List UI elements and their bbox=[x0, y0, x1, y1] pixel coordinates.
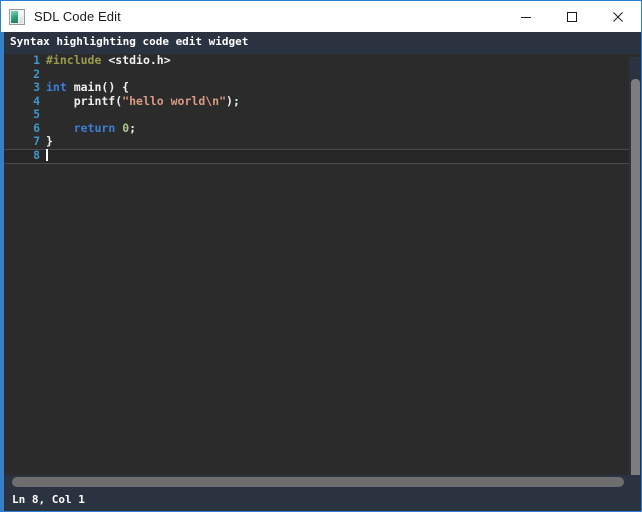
code-token: ; bbox=[129, 120, 137, 135]
status-bar: Ln 8, Col 1 bbox=[1, 489, 641, 511]
vertical-scrollbar-thumb[interactable] bbox=[631, 79, 640, 475]
code-line-text[interactable]: #include <stdio.h> bbox=[46, 54, 641, 68]
app-window-icon bbox=[9, 8, 25, 25]
code-line[interactable]: 7} bbox=[4, 134, 641, 149]
window-controls bbox=[503, 1, 641, 32]
code-line-text[interactable] bbox=[46, 149, 641, 163]
title-bar[interactable]: SDL Code Edit bbox=[1, 1, 641, 32]
line-number: 3 bbox=[33, 80, 40, 94]
maximize-button[interactable] bbox=[549, 1, 595, 32]
line-number: 4 bbox=[33, 93, 40, 108]
horizontal-scrollbar-thumb[interactable] bbox=[12, 477, 624, 487]
code-token: int bbox=[46, 80, 67, 94]
editor-container: 1 #include <stdio.h> 2 3 int main() {4 print… bbox=[1, 51, 641, 475]
app-icon-left-block bbox=[11, 10, 18, 23]
code-line[interactable]: 5 bbox=[4, 107, 641, 122]
maximize-icon bbox=[567, 11, 577, 22]
minimize-button[interactable] bbox=[503, 1, 549, 32]
code-lines[interactable]: 1 #include <stdio.h> 2 3 int main() {4 print… bbox=[4, 54, 641, 164]
code-line-text[interactable]: } bbox=[46, 134, 641, 149]
line-number: 7 bbox=[33, 134, 40, 148]
code-line[interactable]: 2 bbox=[4, 66, 641, 82]
code-token: } bbox=[46, 134, 53, 148]
widget-header-title: Syntax highlighting code edit widget bbox=[1, 32, 641, 51]
horizontal-scrollbar[interactable] bbox=[1, 475, 641, 489]
code-line[interactable]: 3 int main() { bbox=[4, 80, 641, 95]
line-number: 1 bbox=[33, 54, 40, 67]
code-token: "hello world\n" bbox=[122, 93, 227, 108]
code-line[interactable]: 1 #include <stdio.h> bbox=[4, 54, 641, 68]
line-number: 6 bbox=[33, 120, 40, 135]
code-token: #include bbox=[46, 54, 102, 67]
line-number: 8 bbox=[33, 148, 40, 163]
code-token: printf( bbox=[46, 93, 123, 108]
app-icon-right-block bbox=[19, 10, 23, 23]
code-token: main() { bbox=[66, 80, 130, 94]
app-window: SDL Code Edit Syntax highlighting code e bbox=[0, 0, 642, 512]
vertical-scrollbar[interactable] bbox=[629, 57, 641, 475]
line-number: 2 bbox=[33, 66, 40, 81]
code-line-text[interactable]: return 0; bbox=[46, 120, 641, 136]
close-icon bbox=[613, 11, 623, 22]
code-token: return bbox=[73, 120, 116, 135]
text-cursor bbox=[46, 149, 48, 162]
code-editor[interactable]: 1 #include <stdio.h> 2 3 int main() {4 print… bbox=[4, 54, 641, 475]
line-number: 5 bbox=[33, 107, 40, 121]
code-line[interactable]: 8 bbox=[4, 148, 641, 164]
code-line-text[interactable]: int main() { bbox=[46, 80, 641, 95]
code-line-text[interactable]: printf("hello world\n"); bbox=[46, 93, 641, 109]
code-token: ); bbox=[226, 93, 240, 108]
code-line[interactable]: 6 return 0; bbox=[4, 120, 641, 136]
window-title: SDL Code Edit bbox=[34, 9, 121, 24]
code-line[interactable]: 4 printf("hello world\n"); bbox=[4, 93, 641, 109]
minimize-icon bbox=[521, 16, 531, 18]
close-button[interactable] bbox=[595, 1, 641, 32]
code-token: <stdio.h> bbox=[108, 54, 171, 67]
